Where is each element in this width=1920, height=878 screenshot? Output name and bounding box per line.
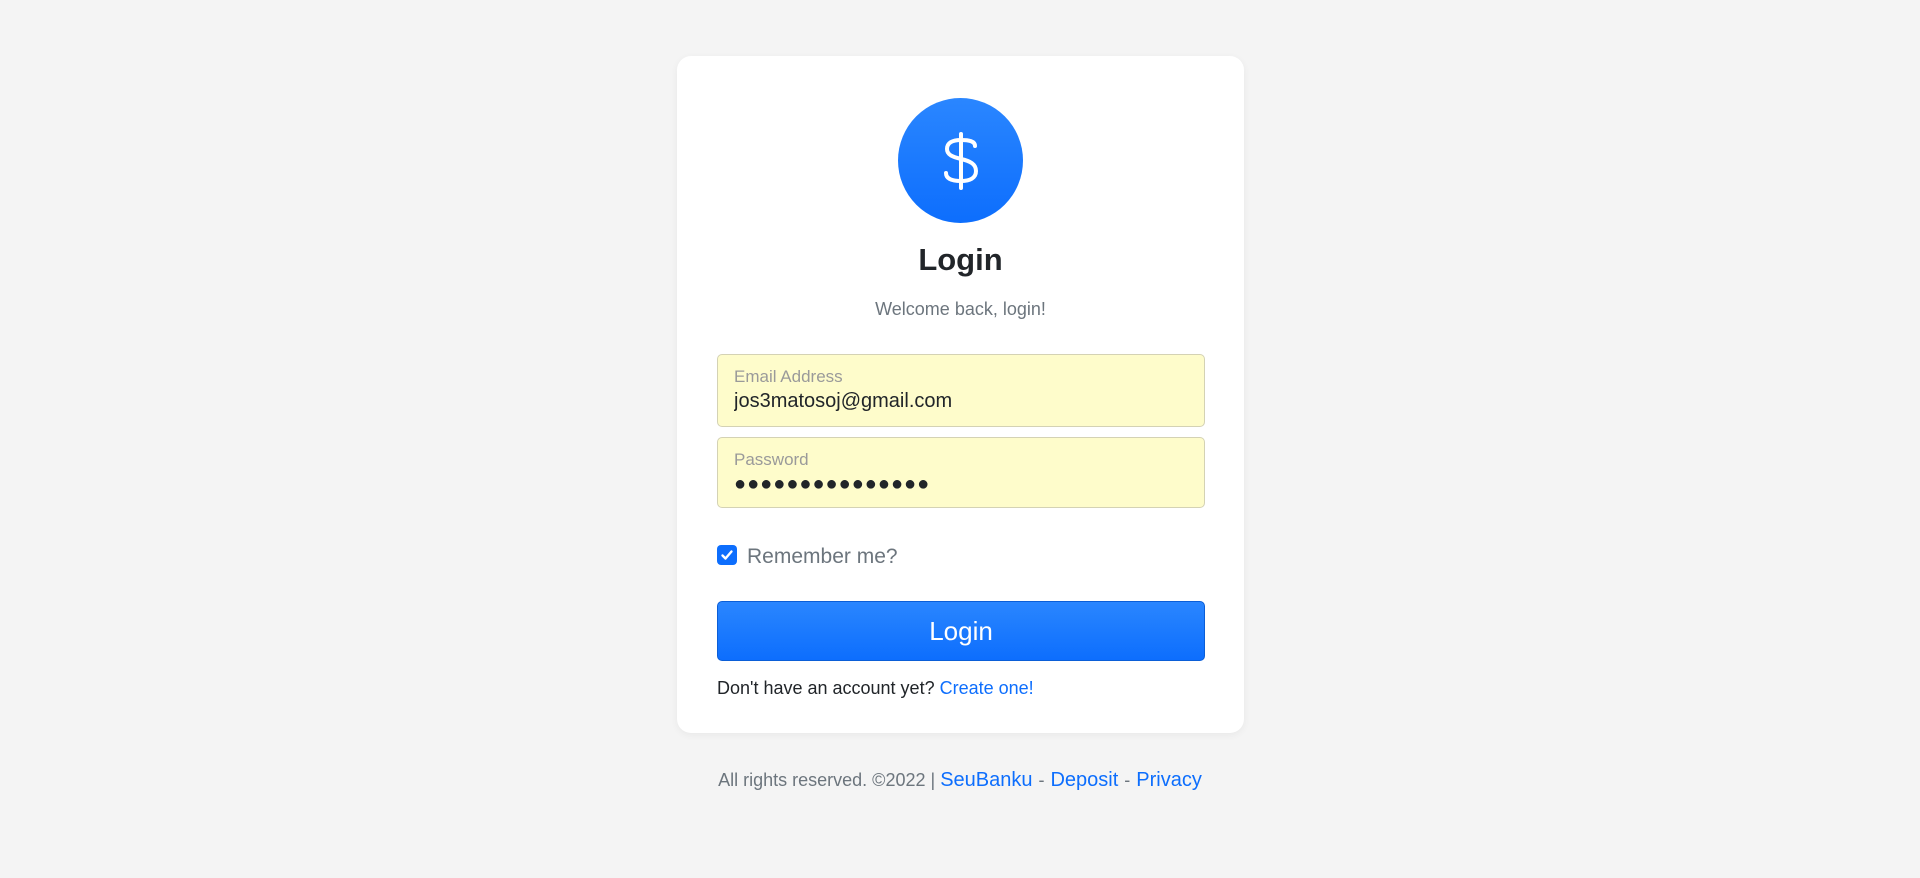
- password-input[interactable]: ●●●●●●●●●●●●●●●: [734, 470, 1188, 498]
- remember-me[interactable]: Remember me?: [717, 543, 898, 569]
- footer-link-deposit[interactable]: Deposit: [1050, 769, 1118, 791]
- footer: All rights reserved. ©2022 | SeuBanku - De…: [0, 769, 1920, 792]
- page-title: Login: [918, 242, 1003, 277]
- remember-checkbox[interactable]: [717, 545, 737, 565]
- footer-link-seubanku[interactable]: SeuBanku: [940, 769, 1032, 791]
- email-label: Email Address: [734, 367, 843, 386]
- signup-prompt: Don't have an account yet? Create one!: [717, 678, 1034, 699]
- password-field[interactable]: Password ●●●●●●●●●●●●●●●: [717, 437, 1205, 508]
- brand-logo: [898, 98, 1023, 223]
- dollar-sign-icon: [943, 131, 978, 190]
- remember-label[interactable]: Remember me?: [747, 545, 898, 569]
- email-field[interactable]: Email Address: [717, 354, 1205, 427]
- footer-link-privacy[interactable]: Privacy: [1136, 769, 1202, 791]
- check-icon: [721, 550, 733, 560]
- signup-text: Don't have an account yet?: [717, 678, 935, 698]
- footer-separator: -: [1124, 770, 1131, 790]
- email-input[interactable]: [734, 387, 1188, 415]
- page-subtitle: Welcome back, login!: [875, 299, 1046, 319]
- create-account-link[interactable]: Create one!: [940, 678, 1034, 698]
- password-label: Password: [734, 450, 809, 469]
- copyright-text: All rights reserved. ©2022 |: [718, 770, 936, 790]
- login-card: Login Welcome back, login! Email Address…: [677, 56, 1244, 733]
- login-button[interactable]: Login: [717, 601, 1205, 661]
- footer-separator: -: [1038, 770, 1045, 790]
